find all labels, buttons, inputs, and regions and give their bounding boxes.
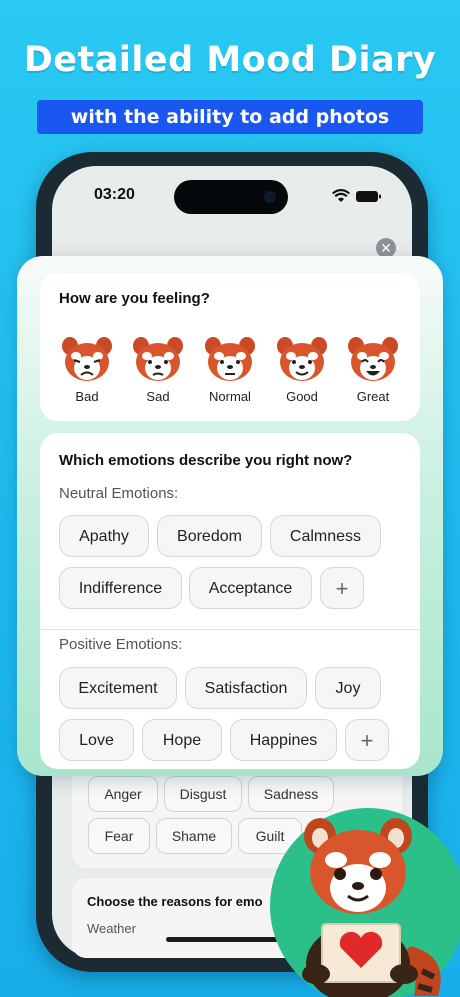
promo-subline: with the ability to add photos [70, 106, 390, 128]
reasons-item[interactable]: Weather [87, 921, 136, 936]
chip-excitement[interactable]: Excitement [59, 667, 177, 709]
negative-chip-fear[interactable]: Fear [88, 818, 150, 854]
negative-chip-disgust[interactable]: Disgust [164, 776, 242, 812]
emotions-question: Which emotions describe you right now? [59, 452, 353, 469]
mood-bad-panda-icon[interactable] [60, 334, 114, 384]
mood-label-good: Good [286, 389, 318, 404]
add-positive-emotion-button[interactable]: + [345, 719, 389, 761]
section-divider [40, 629, 420, 630]
status-time: 03:20 [94, 186, 135, 203]
mood-label-normal: Normal [209, 389, 251, 404]
promo-headline: Detailed Mood Diary [23, 40, 437, 80]
camera-icon [264, 191, 276, 203]
mood-label-bad: Bad [75, 389, 99, 404]
status-icons [332, 189, 381, 202]
negative-chip-anger[interactable]: Anger [88, 776, 158, 812]
mood-great-panda-icon[interactable] [346, 334, 400, 384]
mood-label-sad: Sad [146, 389, 170, 404]
positive-emotions-label: Positive Emotions: [59, 636, 183, 653]
chip-hope[interactable]: Hope [142, 719, 222, 761]
chip-happines[interactable]: Happines [230, 719, 337, 761]
mood-good-panda-icon[interactable] [275, 334, 329, 384]
red-panda-heart-mascot-icon [270, 808, 460, 997]
mood-normal-panda-icon[interactable] [203, 334, 257, 384]
mood-sad-panda-icon[interactable] [131, 334, 185, 384]
reasons-title: Choose the reasons for emo [87, 894, 263, 909]
negative-chip-shame[interactable]: Shame [156, 818, 232, 854]
mood-question: How are you feeling? [59, 290, 210, 307]
chip-love[interactable]: Love [59, 719, 134, 761]
neutral-emotions-label: Neutral Emotions: [59, 485, 179, 502]
close-button[interactable]: ✕ [376, 238, 396, 258]
chip-satisfaction[interactable]: Satisfaction [185, 667, 307, 709]
add-neutral-emotion-button[interactable]: + [320, 567, 364, 609]
chip-calmness[interactable]: Calmness [270, 515, 381, 557]
chip-joy[interactable]: Joy [315, 667, 381, 709]
chip-indifference[interactable]: Indifference [59, 567, 182, 609]
mood-label-great: Great [356, 389, 390, 404]
wifi-icon [332, 189, 350, 202]
chip-apathy[interactable]: Apathy [59, 515, 149, 557]
chip-acceptance[interactable]: Acceptance [189, 567, 312, 609]
chip-boredom[interactable]: Boredom [157, 515, 262, 557]
dynamic-island [174, 180, 288, 214]
battery-icon [356, 191, 381, 202]
